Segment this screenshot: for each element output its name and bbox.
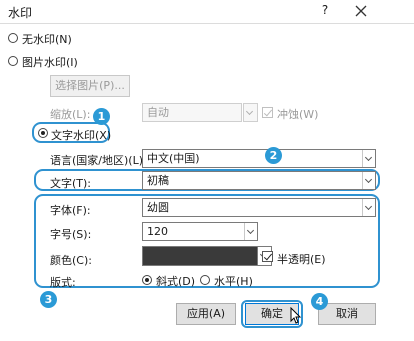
- language-dropdown[interactable]: 中文(中国): [142, 149, 376, 168]
- font-value: 幼圆: [147, 201, 169, 214]
- washout-label: 冲蚀(W): [277, 108, 319, 121]
- radio-text-watermark[interactable]: [38, 128, 48, 138]
- scale-label: 缩放(L):: [50, 108, 91, 121]
- language-label: 语言(国家/地区)(L):: [50, 154, 147, 167]
- text-dropdown[interactable]: 初稿: [142, 171, 376, 190]
- title-bar: 水印 ?: [0, 0, 414, 24]
- radio-no-watermark[interactable]: [8, 33, 18, 43]
- scale-input[interactable]: 自动: [142, 103, 242, 122]
- layout-label: 版式:: [50, 276, 76, 289]
- cancel-button[interactable]: 取消: [318, 303, 376, 325]
- chevron-down-icon: [362, 172, 375, 189]
- radio-horizontal[interactable]: [200, 275, 210, 285]
- horizontal-label[interactable]: 水平(H): [214, 273, 253, 289]
- text-label: 文字(T):: [50, 177, 92, 190]
- font-label: 字体(F):: [50, 204, 91, 217]
- apply-button[interactable]: 应用(A): [176, 303, 236, 325]
- size-label: 字号(S):: [50, 228, 92, 241]
- semi-transparent-checkbox[interactable]: [262, 251, 273, 262]
- help-button[interactable]: ?: [316, 3, 334, 21]
- semi-transparent-label[interactable]: 半透明(E): [277, 251, 326, 267]
- text-watermark-label[interactable]: 文字水印(X): [51, 127, 111, 143]
- text-value: 初稿: [147, 174, 169, 187]
- step-badge-2: 2: [265, 147, 282, 164]
- step-badge-4: 4: [311, 293, 328, 310]
- step-badge-3: 3: [40, 291, 57, 308]
- color-label: 颜色(C):: [50, 254, 92, 267]
- mouse-cursor-icon: [290, 306, 302, 328]
- chevron-down-icon: [244, 223, 257, 240]
- font-dropdown[interactable]: 幼圆: [142, 198, 376, 217]
- language-value: 中文(中国): [147, 152, 200, 165]
- color-swatch[interactable]: [142, 246, 258, 266]
- size-value: 120: [147, 225, 168, 238]
- chevron-down-icon: [244, 104, 257, 121]
- select-picture-button[interactable]: 选择图片(P)...: [50, 75, 130, 97]
- no-watermark-label[interactable]: 无水印(N): [22, 31, 72, 47]
- washout-checkbox[interactable]: [262, 107, 273, 118]
- chevron-down-icon: [362, 199, 375, 216]
- scale-dropdown[interactable]: [243, 103, 258, 122]
- step-badge-1: 1: [93, 108, 110, 125]
- close-icon[interactable]: [352, 2, 370, 20]
- size-dropdown[interactable]: 120: [142, 222, 258, 241]
- diagonal-label[interactable]: 斜式(D): [156, 273, 195, 289]
- dialog-title: 水印: [8, 6, 33, 20]
- radio-picture-watermark[interactable]: [8, 56, 18, 66]
- picture-watermark-label[interactable]: 图片水印(I): [22, 54, 78, 70]
- chevron-down-icon: [362, 150, 375, 167]
- radio-diagonal[interactable]: [142, 275, 152, 285]
- watermark-dialog: 水印 ? 无水印(N) 图片水印(I) 选择图片(P)... 缩放(L): 自动…: [0, 0, 414, 341]
